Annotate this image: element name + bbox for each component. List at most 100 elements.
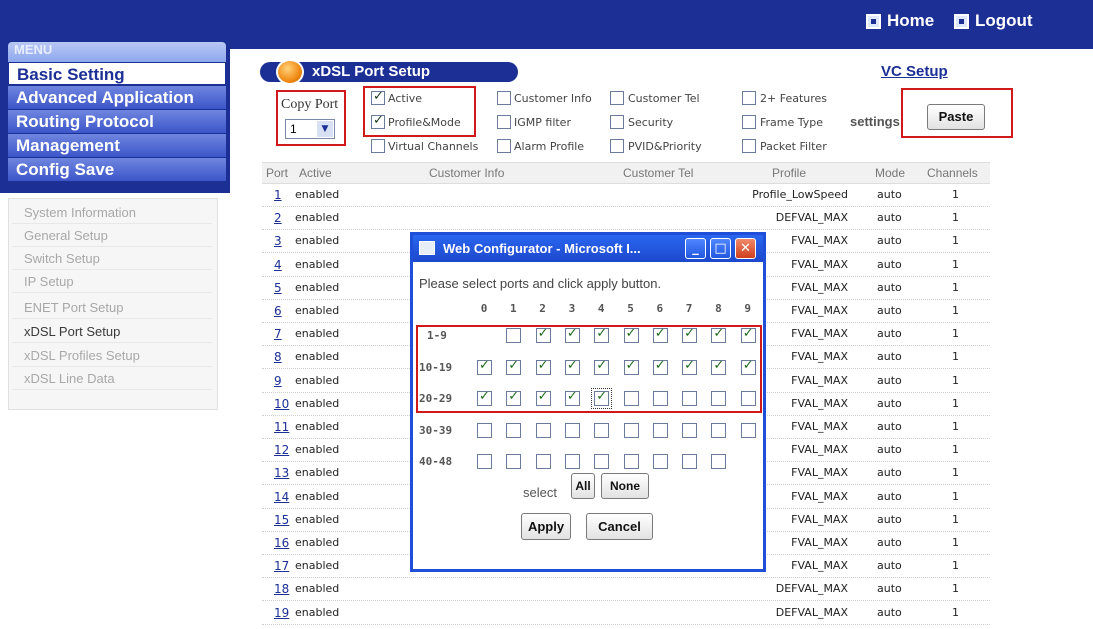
port-link[interactable]: 11: [274, 420, 289, 434]
option-active-checkbox[interactable]: [371, 89, 385, 105]
port-checkbox[interactable]: [535, 454, 551, 469]
port-checkbox[interactable]: [594, 422, 610, 438]
paste-button[interactable]: Paste: [927, 104, 985, 130]
menu-management[interactable]: Management: [8, 134, 226, 157]
active-cell: enabled: [295, 188, 340, 201]
port-link[interactable]: 9: [274, 374, 282, 388]
option-2plus-features-checkbox[interactable]: [742, 91, 756, 105]
port-checkbox[interactable]: [506, 422, 522, 438]
select-all-button[interactable]: All: [571, 473, 595, 499]
copy-port-select[interactable]: 1 ▼: [285, 119, 335, 139]
port-checkbox[interactable]: [682, 454, 698, 469]
port-link[interactable]: 1: [274, 188, 282, 202]
menu-basic-setting[interactable]: Basic Setting: [8, 62, 226, 85]
port-link[interactable]: 5: [274, 281, 282, 295]
submenu-ip-setup[interactable]: IP Setup: [12, 271, 212, 293]
port-link[interactable]: 6: [274, 304, 282, 318]
port-checkbox[interactable]: [682, 422, 698, 438]
port-checkbox[interactable]: [652, 422, 668, 438]
cancel-button[interactable]: Cancel: [586, 513, 653, 540]
port-link[interactable]: 14: [274, 490, 289, 504]
column-number: 2: [539, 302, 546, 315]
port-checkbox[interactable]: [564, 454, 580, 469]
submenu-system-information[interactable]: System Information: [12, 202, 212, 224]
vc-setup-link[interactable]: VC Setup: [881, 63, 948, 80]
submenu-general-setup[interactable]: General Setup: [12, 225, 212, 247]
profile-cell: DEFVAL_MAX: [775, 605, 848, 619]
option-pvid-priority-checkbox[interactable]: [610, 139, 624, 153]
submenu-xdsl-port-setup[interactable]: xDSL Port Setup: [12, 321, 212, 343]
port-link[interactable]: 8: [274, 350, 282, 364]
port-checkbox[interactable]: [477, 422, 492, 438]
option-frame-type-label: Frame Type: [760, 116, 824, 129]
port-link[interactable]: 4: [274, 258, 282, 272]
port-link[interactable]: 17: [274, 559, 289, 573]
submenu-xdsl-line-data[interactable]: xDSL Line Data: [12, 368, 212, 390]
active-cell: enabled: [295, 536, 340, 549]
mode-cell: auto: [877, 443, 902, 457]
port-link[interactable]: 19: [274, 606, 289, 620]
mode-cell: auto: [877, 188, 902, 201]
active-cell: enabled: [295, 489, 340, 503]
mode-cell: auto: [877, 605, 902, 619]
channels-cell: 1: [952, 280, 959, 294]
port-checkbox[interactable]: [711, 422, 727, 438]
option-active-label: Active: [388, 92, 423, 105]
option-alarm-profile-label: Alarm Profile: [514, 140, 585, 153]
profile-cell: DEFVAL_MAX: [775, 211, 848, 225]
profile-cell: DEFVAL_MAX: [775, 582, 848, 596]
option-virtual-channels-checkbox[interactable]: [371, 139, 385, 153]
active-cell: enabled: [295, 443, 340, 457]
logout-link[interactable]: Logout: [954, 11, 1033, 31]
port-link[interactable]: 2: [274, 211, 282, 225]
port-link[interactable]: 7: [274, 327, 282, 341]
port-checkbox[interactable]: [740, 422, 756, 438]
table-row: 18 enabled DEFVAL_MAX auto 1: [262, 578, 990, 602]
minimize-icon[interactable]: _: [685, 238, 706, 259]
apply-button[interactable]: Apply: [521, 513, 571, 540]
channels-cell: 1: [952, 605, 959, 619]
submenu-enet-port-setup[interactable]: ENET Port Setup: [12, 297, 212, 319]
port-checkbox[interactable]: [711, 454, 727, 469]
channels-cell: 1: [952, 396, 959, 410]
mode-cell: auto: [877, 512, 902, 526]
port-checkbox[interactable]: [652, 454, 668, 469]
port-link[interactable]: 16: [274, 536, 289, 550]
port-link[interactable]: 13: [274, 466, 289, 480]
select-none-button[interactable]: None: [601, 473, 649, 499]
port-checkbox[interactable]: [623, 422, 639, 438]
option-customer-tel-checkbox[interactable]: [610, 91, 624, 105]
maximize-icon[interactable]: □: [710, 238, 731, 259]
port-link[interactable]: 3: [274, 234, 282, 248]
port-checkbox[interactable]: [564, 422, 580, 438]
option-frame-type-checkbox[interactable]: [742, 115, 756, 129]
option-security-checkbox[interactable]: [610, 115, 624, 129]
active-cell: enabled: [295, 420, 340, 433]
option-alarm-profile-checkbox[interactable]: [497, 139, 511, 153]
port-link[interactable]: 18: [274, 582, 289, 596]
option-profile-mode-checkbox[interactable]: [371, 113, 385, 129]
port-checkbox[interactable]: [506, 454, 522, 469]
submenu-xdsl-profiles-setup[interactable]: xDSL Profiles Setup: [12, 345, 212, 367]
close-icon[interactable]: ✕: [735, 238, 756, 259]
submenu-switch-setup[interactable]: Switch Setup: [12, 248, 212, 270]
port-link[interactable]: 10: [274, 397, 289, 411]
menu-advanced-application[interactable]: Advanced Application: [8, 86, 226, 109]
home-link[interactable]: Home: [866, 11, 934, 31]
port-checkbox[interactable]: [594, 454, 610, 469]
channels-cell: 1: [952, 420, 959, 433]
menu-routing-protocol[interactable]: Routing Protocol: [8, 110, 226, 133]
menu-config-save[interactable]: Config Save: [8, 158, 226, 181]
mode-cell: auto: [877, 327, 902, 341]
port-link[interactable]: 12: [274, 443, 289, 457]
port-checkbox[interactable]: [477, 454, 492, 469]
option-customer-info-checkbox[interactable]: [497, 91, 511, 105]
option-igmp-filter-checkbox[interactable]: [497, 115, 511, 129]
port-link[interactable]: 15: [274, 513, 289, 527]
option-packet-filter-checkbox[interactable]: [742, 139, 756, 153]
port-checkbox[interactable]: [535, 422, 551, 438]
option-customer-info-label: Customer Info: [514, 92, 592, 105]
option-packet-filter-label: Packet Filter: [760, 140, 827, 153]
port-checkbox[interactable]: [623, 454, 639, 469]
mode-cell: auto: [877, 466, 902, 480]
